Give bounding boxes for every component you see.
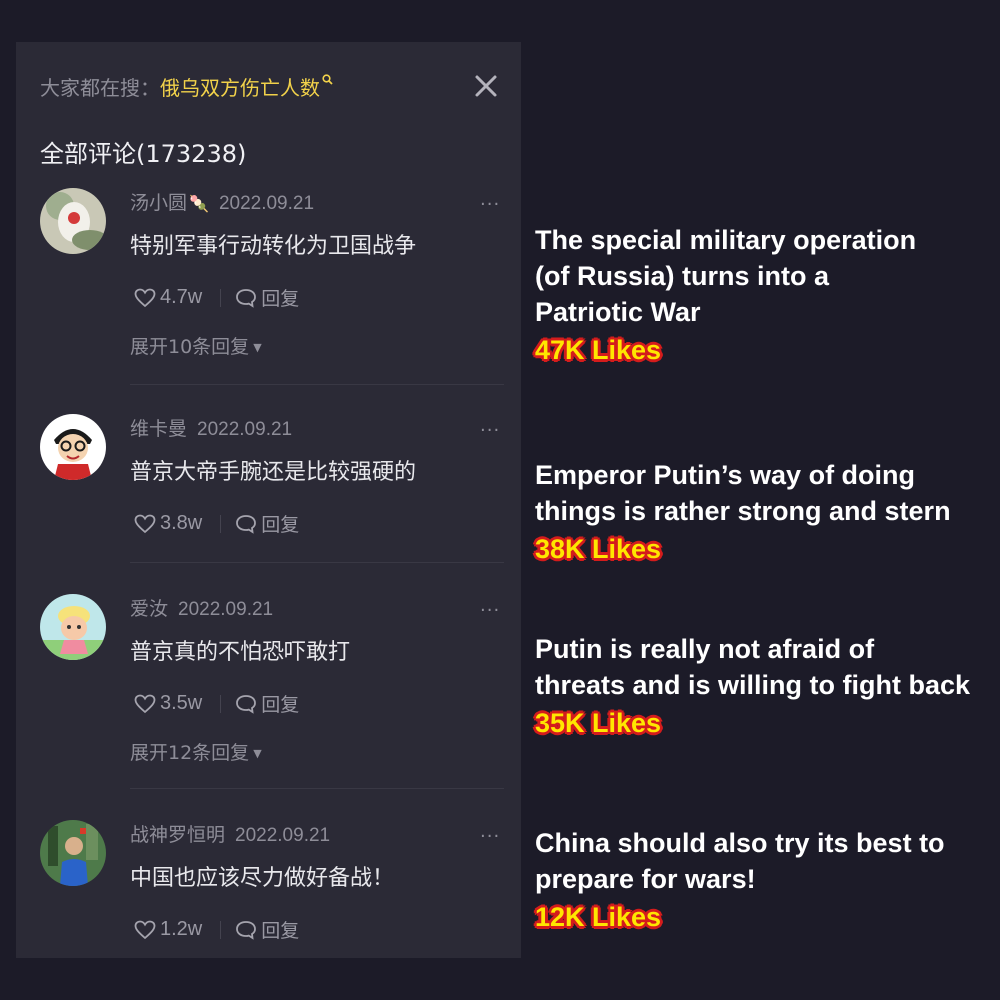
translation-block: Putin is really not afraid of threats an… [535,631,970,741]
user-badge: 🍡 [189,194,209,213]
comments-panel: 大家都在搜：俄乌双方伤亡人数 全部评论(173238) 汤小圆 🍡 2022.09.… [16,42,521,958]
comment-actions: 3.5w 回复 [134,690,299,717]
comment-meta: 战神罗恒明 2022.09.21 [130,820,330,847]
comment-actions: 1.2w 回复 [134,916,299,943]
reply-button[interactable]: 回复 [235,510,299,537]
like-count: 3.8w [160,512,203,534]
divider [130,384,504,385]
username[interactable]: 爱汝 [130,598,168,620]
reply-bubble-icon [236,920,257,940]
reply-button[interactable]: 回复 [235,284,299,311]
comment-actions: 4.7w 回复 [134,284,299,311]
comment-date: 2022.09.21 [235,825,331,846]
like-button[interactable]: 4.7w [134,286,202,309]
translation-line: things is rather strong and stern [535,496,951,526]
avatar[interactable] [40,820,106,886]
translation-line: The special military operation [535,225,917,255]
expand-replies-label: 展开12条回复 [130,742,250,764]
comment-meta: 爱汝 2022.09.21 [130,594,273,621]
action-divider [220,920,222,939]
search-term[interactable]: 俄乌双方伤亡人数 [160,76,320,100]
translation-line: (of Russia) turns into a [535,261,830,291]
avatar[interactable] [40,414,106,480]
username[interactable]: 维卡曼 [130,418,187,440]
comment-date: 2022.09.21 [218,193,315,214]
like-button[interactable]: 3.8w [134,512,202,535]
translation-block: China should also try its best to prepar… [535,825,945,935]
comment-text: 特别军事行动转化为卫国战争 [130,234,417,259]
reply-bubble-icon [236,514,257,534]
translation-line: Emperor Putin’s way of doing [535,460,916,490]
reply-bubble-icon [236,288,257,308]
more-icon[interactable]: ··· [480,194,500,215]
reply-button[interactable]: 回复 [235,690,299,717]
likes-badge: 38K Likes [535,534,662,564]
likes-badge: 47K Likes [535,335,662,365]
username[interactable]: 汤小圆 [130,192,187,214]
action-divider [220,694,222,713]
search-icon[interactable] [322,74,333,85]
search-suggestion[interactable]: 大家都在搜：俄乌双方伤亡人数 [40,72,333,101]
translation-block: The special military operation (of Russi… [535,222,916,368]
like-count: 3.5w [160,692,203,714]
heart-icon [134,920,156,939]
translation-line: threats and is willing to fight back [535,670,971,700]
comment-date: 2022.09.21 [178,599,274,620]
more-icon[interactable]: ··· [480,600,500,621]
translation-line: prepare for wars! [535,864,756,894]
expand-replies-label: 展开10条回复 [130,336,250,358]
avatar[interactable] [40,594,106,660]
more-icon[interactable]: ··· [480,826,500,847]
comment-actions: 3.8w 回复 [134,510,299,537]
action-divider [220,514,222,533]
likes-badge: 12K Likes [535,902,662,932]
more-icon[interactable]: ··· [480,420,500,441]
like-count: 4.7w [160,286,203,308]
like-button[interactable]: 3.5w [134,692,202,715]
search-prefix: 大家都在搜： [40,76,160,100]
comment-text: 普京大帝手腕还是比较强硬的 [130,460,417,485]
reply-bubble-icon [236,694,257,714]
reply-button[interactable]: 回复 [235,916,299,943]
translation-line: Patriotic War [535,297,701,327]
translation-line: Putin is really not afraid of [535,634,875,664]
comment-text: 普京真的不怕恐吓敢打 [130,640,351,665]
heart-icon [134,288,156,307]
reply-label: 回复 [261,514,300,536]
heart-icon [134,514,156,533]
translation-line: China should also try its best to [535,828,945,858]
like-button[interactable]: 1.2w [134,918,202,941]
comment-meta: 维卡曼 2022.09.21 [130,414,292,441]
caret-down-icon: ▼ [253,341,262,354]
action-divider [220,288,222,307]
expand-replies[interactable]: 展开10条回复 ▼ [130,332,262,359]
close-icon[interactable] [472,72,500,100]
comment-count-title: 全部评论(173238) [40,140,247,168]
reply-label: 回复 [261,288,300,310]
comment-date: 2022.09.21 [197,419,293,440]
reply-label: 回复 [261,694,300,716]
caret-down-icon: ▼ [253,747,262,760]
divider [130,788,504,789]
likes-badge: 35K Likes [535,708,662,738]
like-count: 1.2w [160,918,203,940]
reply-label: 回复 [261,920,300,942]
comment-text: 中国也应该尽力做好备战！ [130,866,395,891]
divider [130,562,504,563]
username[interactable]: 战神罗恒明 [130,824,225,846]
comment-meta: 汤小圆 🍡 2022.09.21 [130,188,314,215]
expand-replies[interactable]: 展开12条回复 ▼ [130,738,262,765]
translation-block: Emperor Putin’s way of doing things is r… [535,457,951,567]
avatar[interactable] [40,188,106,254]
heart-icon [134,694,156,713]
